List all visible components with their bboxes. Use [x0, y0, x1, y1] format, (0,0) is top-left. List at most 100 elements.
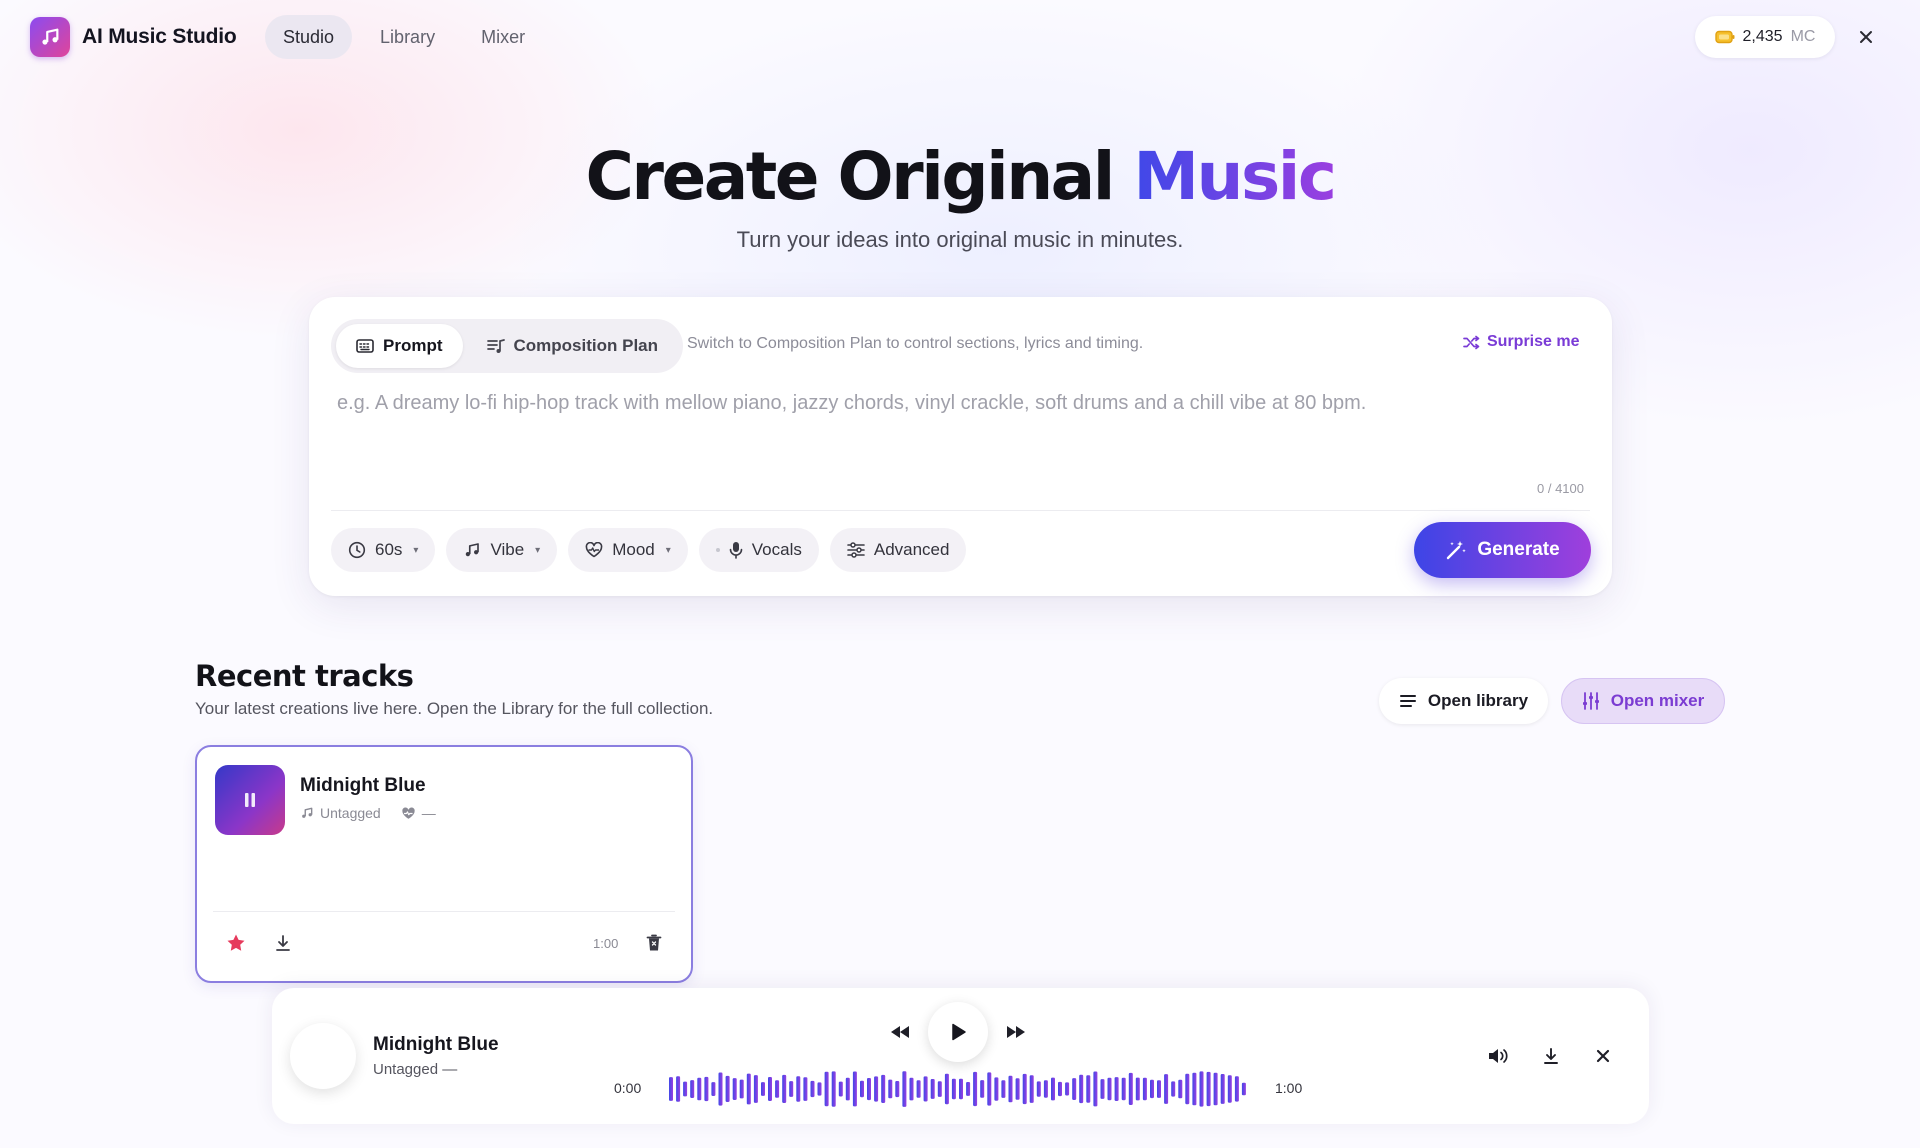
waveform-bar: [980, 1080, 985, 1098]
mixer-sliders-icon: [1582, 692, 1600, 710]
prompt-input[interactable]: [337, 392, 1583, 472]
mode-composition-plan-button[interactable]: Composition Plan: [467, 324, 679, 368]
chevron-down-icon: ▾: [413, 544, 419, 556]
music-note-icon: [463, 541, 481, 559]
track-mood: —: [421, 805, 436, 821]
waveform-bar: [1036, 1081, 1041, 1097]
waveform-bar: [867, 1078, 871, 1101]
waveform-bar: [1178, 1079, 1183, 1099]
waveform-bar: [1001, 1080, 1006, 1098]
waveform-bar: [1241, 1082, 1246, 1096]
waveform-bar: [860, 1080, 864, 1098]
waveform-bar: [711, 1082, 716, 1096]
close-player-icon[interactable]: [1590, 1043, 1616, 1069]
waveform-bar: [1185, 1073, 1190, 1105]
waveform-bar: [669, 1077, 673, 1101]
waveform-bar: [1157, 1080, 1161, 1098]
waveform-seekbar[interactable]: [669, 1070, 1249, 1108]
duration-dropdown[interactable]: 60s ▾: [331, 528, 436, 572]
trash-icon[interactable]: [646, 933, 662, 953]
waveform-bar: [1029, 1075, 1034, 1103]
waveform-bar: [1107, 1077, 1112, 1101]
advanced-button[interactable]: Advanced: [829, 528, 967, 572]
mood-dropdown[interactable]: Mood ▾: [568, 528, 688, 572]
waveform-bar: [838, 1081, 843, 1097]
waveform-bar: [817, 1082, 822, 1096]
waveform-bar: [1192, 1072, 1197, 1106]
total-time: 1:00: [1275, 1080, 1303, 1096]
waveform-bar: [789, 1081, 794, 1097]
chevron-down-icon: ▾: [665, 544, 671, 556]
volume-icon[interactable]: [1485, 1043, 1511, 1069]
waveform-bar: [973, 1071, 978, 1107]
vocals-toggle[interactable]: Vocals: [698, 528, 819, 572]
chevron-down-icon: ▾: [535, 544, 541, 556]
waveform-bar: [874, 1076, 879, 1102]
tab-mixer[interactable]: Mixer: [463, 15, 543, 59]
waveform-bar: [1220, 1074, 1225, 1104]
waveform-bar: [1213, 1072, 1218, 1106]
download-icon[interactable]: [274, 933, 292, 953]
page-title-accent: Music: [1133, 138, 1337, 215]
track-artwork[interactable]: [215, 765, 285, 835]
waveform-bar: [902, 1071, 907, 1107]
waveform-bar: [895, 1081, 900, 1098]
waveform-bar: [1121, 1077, 1126, 1101]
waveform-bar: [916, 1080, 921, 1098]
vibe-dropdown[interactable]: Vibe ▾: [446, 528, 558, 572]
mode-hint-text: Switch to Composition Plan to control se…: [687, 335, 1144, 352]
download-icon[interactable]: [1538, 1043, 1564, 1069]
waveform-bar: [966, 1082, 971, 1096]
tab-studio[interactable]: Studio: [265, 15, 353, 59]
pause-icon[interactable]: [242, 791, 258, 809]
shuffle-icon: [1463, 335, 1480, 350]
status-dot: [715, 548, 720, 552]
waveform-bar: [1135, 1077, 1140, 1101]
waveform-bar: [761, 1082, 765, 1096]
waveform-bar: [739, 1079, 744, 1099]
app-logo[interactable]: AI Music Studio: [30, 17, 237, 57]
mode-composition-plan-label: Composition Plan: [513, 336, 659, 355]
close-icon[interactable]: [1854, 25, 1878, 49]
waveform-bar: [1142, 1077, 1147, 1101]
player-track-subtitle: Untagged —: [373, 1061, 458, 1078]
page-title: Create Original Music: [0, 138, 1920, 215]
waveform-bar: [753, 1075, 758, 1103]
player-track-title: Midnight Blue: [373, 1034, 499, 1055]
waveform-bar: [1164, 1074, 1169, 1104]
credits-unit: MC: [1790, 28, 1816, 45]
waveform-bar: [782, 1074, 787, 1103]
waveform-bar: [676, 1076, 681, 1102]
waveform-bar: [1234, 1076, 1239, 1102]
waveform-bar: [746, 1073, 751, 1105]
surprise-me-button[interactable]: Surprise me: [1463, 333, 1579, 351]
waveform-bar: [1114, 1077, 1119, 1101]
clock-icon: [348, 541, 366, 559]
mode-prompt-button[interactable]: Prompt: [336, 324, 463, 368]
waveform-bar: [803, 1077, 808, 1101]
composer-card: Prompt Composition Plan Switch to Compos…: [309, 297, 1612, 596]
fast-forward-icon[interactable]: [1002, 1020, 1030, 1044]
waveform-bar: [690, 1080, 695, 1098]
track-title: Midnight Blue: [300, 775, 426, 796]
waveform-bar: [909, 1077, 914, 1101]
page-subtitle: Turn your ideas into original music in m…: [736, 227, 1184, 252]
open-library-button[interactable]: Open library: [1379, 678, 1548, 724]
open-library-label: Open library: [1427, 691, 1529, 710]
open-mixer-button[interactable]: Open mixer: [1561, 678, 1725, 724]
play-icon: [949, 1022, 967, 1042]
track-card[interactable]: Midnight Blue Untagged — 1:00: [195, 745, 693, 983]
rewind-icon[interactable]: [886, 1020, 914, 1044]
tab-library[interactable]: Library: [362, 15, 453, 59]
waveform-bar: [1043, 1080, 1048, 1098]
waveform-bar: [944, 1073, 949, 1105]
play-button[interactable]: [928, 1002, 988, 1062]
waveform-bar: [1093, 1071, 1098, 1107]
plan-icon: [486, 338, 505, 354]
credits-balance[interactable]: 2,435 MC: [1695, 16, 1835, 58]
track-genre: Untagged: [320, 805, 381, 821]
magic-wand-icon: [1445, 539, 1467, 561]
star-icon[interactable]: [226, 933, 246, 953]
app-name: AI Music Studio: [82, 25, 237, 48]
generate-button[interactable]: Generate: [1414, 522, 1591, 578]
